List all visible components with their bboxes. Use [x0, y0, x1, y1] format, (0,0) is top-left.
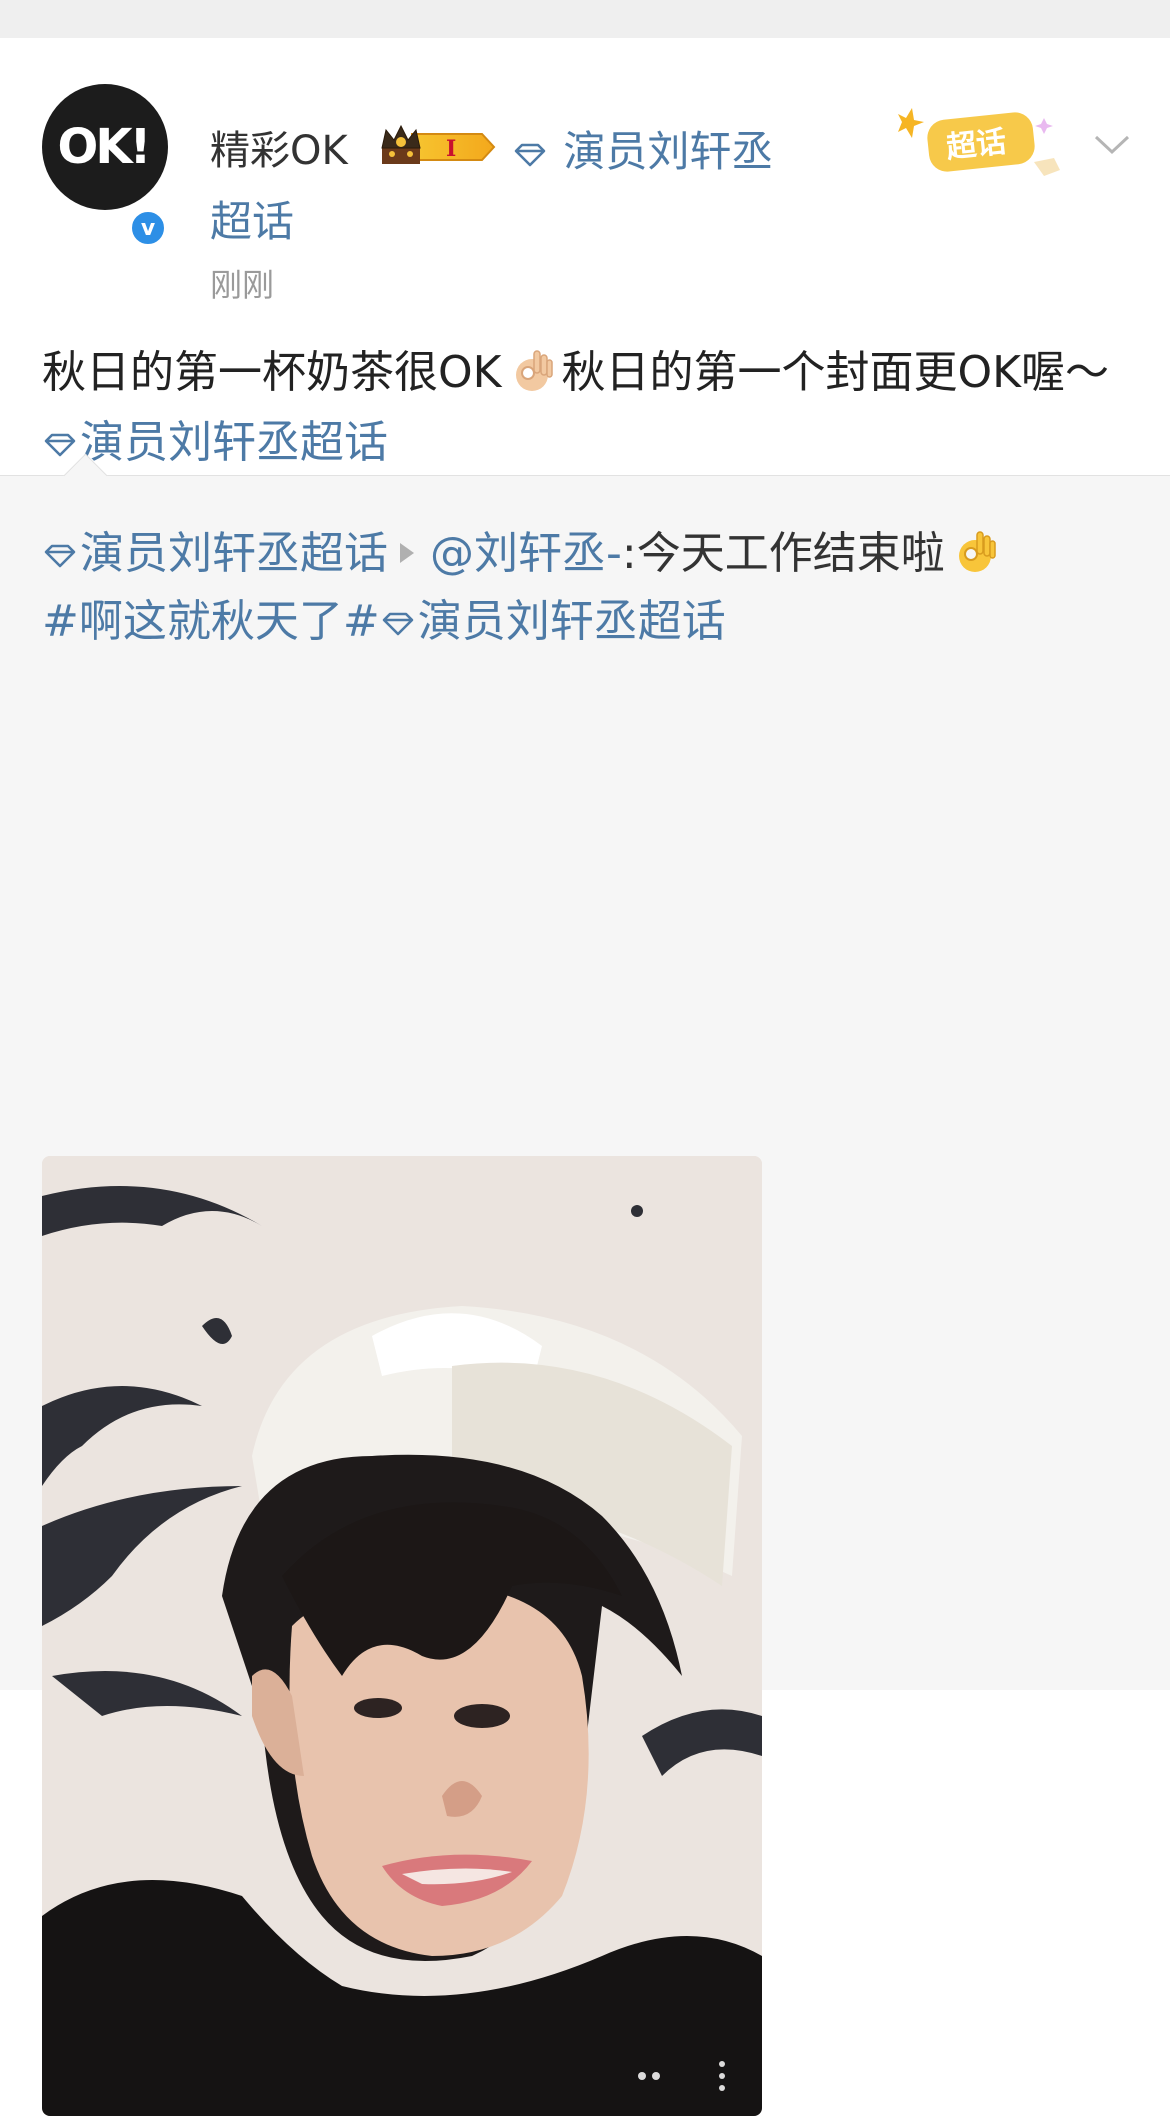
repost-topic-text: 演员刘轩丞超话: [80, 528, 388, 579]
arrow-right-icon: [400, 543, 414, 563]
author-avatar[interactable]: OK!: [42, 84, 168, 210]
post-body-part1: 秋日的第一杯奶茶很OK: [42, 347, 502, 398]
repost-topic2-text: 演员刘轩丞超话: [417, 596, 726, 647]
weibo-post: OK! v 精彩OK I 演员刘轩丞 超话 刚刚 超话 秋日的第一杯奶茶很OK: [0, 38, 1170, 475]
repost-text: 演员刘轩丞超话 @刘轩丞-:今天工作结束啦 #啊这就秋天了# 演员刘轩丞超话: [42, 520, 1132, 656]
author-name[interactable]: 精彩OK: [210, 118, 348, 176]
verified-badge-icon: v: [128, 208, 168, 248]
author-topic-link-line2[interactable]: 超话: [210, 188, 294, 249]
ok-hand-emoji-icon: [958, 531, 996, 572]
post-topic-link[interactable]: 演员刘轩丞超话: [42, 417, 388, 468]
post-timestamp: 刚刚: [210, 266, 275, 304]
repost-topic-link[interactable]: 演员刘轩丞超话: [42, 528, 388, 579]
top-gap-bar: [0, 0, 1170, 38]
verified-mark: v: [140, 215, 156, 241]
repost-hashtag-link[interactable]: #啊这就秋天了#: [42, 596, 380, 647]
post-body: 秋日的第一杯奶茶很OK 秋日的第一个封面更OK喔～ 演员刘轩丞超话: [42, 338, 1132, 478]
author-topic-text: 演员刘轩丞: [563, 127, 774, 176]
member-crown-badge-icon: I: [381, 124, 496, 164]
ok-hand-emoji-icon: [515, 350, 553, 391]
chevron-down-icon[interactable]: [1092, 132, 1132, 158]
author-topic-link[interactable]: 演员刘轩丞: [512, 118, 773, 179]
repost-mention-link[interactable]: @刘轩丞-: [430, 528, 622, 579]
diamond-topic-icon: [514, 143, 546, 166]
post-topic-text: 演员刘轩丞超话: [80, 417, 388, 468]
supertopic-badge-icon[interactable]: 超话: [894, 100, 1074, 190]
repost-body-text: :今天工作结束啦: [621, 528, 945, 579]
post-body-part2: 秋日的第一个封面更OK喔～: [561, 347, 1110, 398]
repost-photo[interactable]: [42, 1156, 762, 2116]
portrait-photo-illustration: [42, 1156, 762, 2116]
supertopic-badge-label: 超话: [945, 124, 1008, 165]
svg-text:I: I: [446, 136, 456, 162]
reposted-content: 演员刘轩丞超话 @刘轩丞-:今天工作结束啦 #啊这就秋天了# 演员刘轩丞超话: [0, 453, 1170, 2116]
avatar-logo-text: OK!: [57, 119, 152, 175]
diamond-topic-icon: [44, 544, 76, 568]
diamond-topic-icon: [44, 433, 76, 457]
diamond-topic-icon: [382, 612, 414, 636]
repost-topic2-link[interactable]: 演员刘轩丞超话: [380, 596, 726, 647]
